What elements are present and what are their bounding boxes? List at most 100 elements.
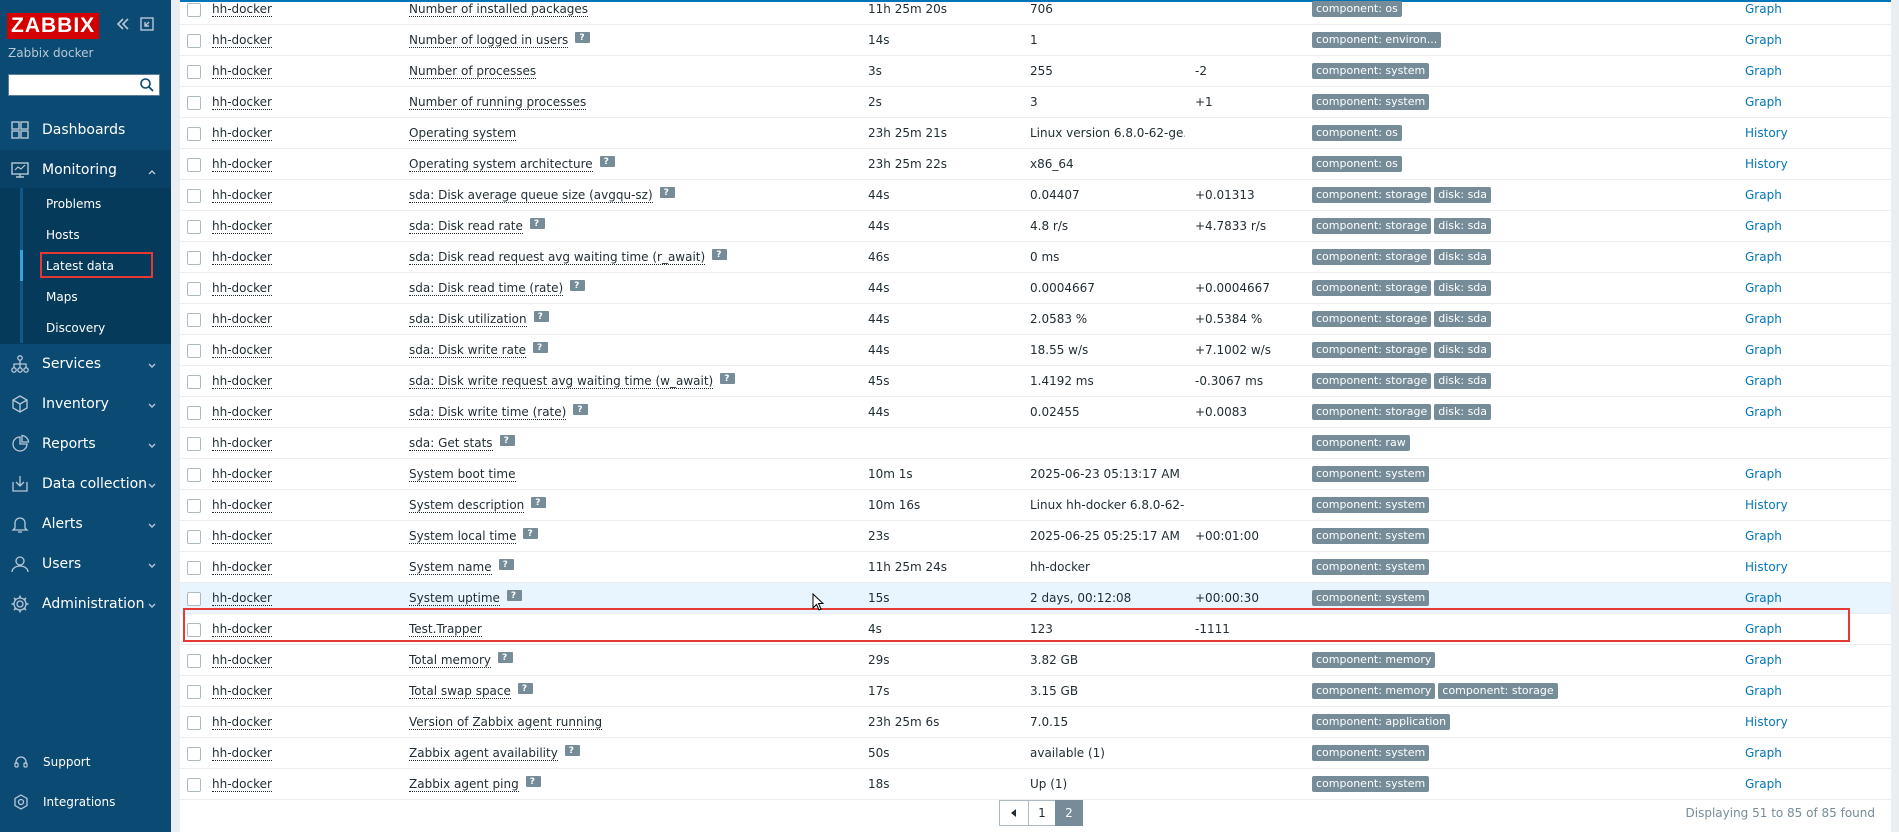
- zabbix-logo[interactable]: ZABBIX: [7, 13, 100, 39]
- row-checkbox[interactable]: [187, 65, 201, 79]
- tag-badge[interactable]: component: environ...: [1312, 31, 1442, 48]
- tag-badge[interactable]: component: storage: [1312, 279, 1432, 296]
- row-checkbox[interactable]: [187, 96, 201, 110]
- nav-administration[interactable]: Administration: [0, 584, 171, 624]
- item-name-link[interactable]: Number of running processes: [409, 95, 587, 110]
- item-name-link[interactable]: System uptime: [409, 591, 500, 606]
- item-name-link[interactable]: System local time: [409, 529, 517, 544]
- item-name-link[interactable]: Number of processes: [409, 64, 537, 79]
- tag-badge[interactable]: component: system: [1312, 62, 1430, 79]
- host-link[interactable]: hh-docker: [212, 281, 272, 296]
- host-link[interactable]: hh-docker: [212, 591, 272, 606]
- action-link[interactable]: Graph: [1745, 56, 1782, 87]
- row-checkbox[interactable]: [187, 685, 201, 699]
- help-icon[interactable]: [525, 769, 541, 798]
- action-link[interactable]: Graph: [1745, 521, 1782, 552]
- tag-badge[interactable]: disk: sda: [1434, 279, 1492, 296]
- host-link[interactable]: hh-docker: [212, 188, 272, 203]
- item-name-link[interactable]: sda: Disk read time (rate): [409, 281, 564, 296]
- host-link[interactable]: hh-docker: [212, 312, 272, 327]
- item-name-link[interactable]: Test.Trapper: [409, 622, 482, 637]
- sub-item-maps[interactable]: Maps: [20, 281, 171, 312]
- page-1-button[interactable]: 1: [1028, 800, 1056, 826]
- row-checkbox[interactable]: [187, 375, 201, 389]
- row-checkbox[interactable]: [187, 468, 201, 482]
- tag-badge[interactable]: component: os: [1312, 0, 1402, 17]
- host-link[interactable]: hh-docker: [212, 343, 272, 358]
- host-link[interactable]: hh-docker: [212, 560, 272, 575]
- host-link[interactable]: hh-docker: [212, 126, 272, 141]
- action-link[interactable]: Graph: [1745, 397, 1782, 428]
- search-input[interactable]: [8, 74, 160, 96]
- search-icon[interactable]: [139, 77, 155, 93]
- host-link[interactable]: hh-docker: [212, 529, 272, 544]
- help-icon[interactable]: [517, 676, 533, 705]
- action-link[interactable]: Graph: [1745, 366, 1782, 397]
- action-link[interactable]: Graph: [1745, 211, 1782, 242]
- tag-badge[interactable]: component: system: [1312, 527, 1430, 544]
- sub-item-problems[interactable]: Problems: [20, 188, 171, 219]
- tag-badge[interactable]: component: storage: [1312, 403, 1432, 420]
- action-link[interactable]: Graph: [1745, 769, 1782, 800]
- host-link[interactable]: hh-docker: [212, 405, 272, 420]
- help-icon[interactable]: [533, 335, 549, 364]
- tag-badge[interactable]: component: storage: [1312, 310, 1432, 327]
- nav-monitoring[interactable]: Monitoring: [0, 150, 171, 190]
- item-name-link[interactable]: System description: [409, 498, 525, 513]
- help-icon[interactable]: [533, 304, 549, 333]
- help-icon[interactable]: [531, 490, 547, 519]
- item-name-link[interactable]: sda: Disk average queue size (avgqu-sz): [409, 188, 653, 203]
- tag-badge[interactable]: component: system: [1312, 775, 1430, 792]
- tag-badge[interactable]: disk: sda: [1434, 403, 1492, 420]
- item-name-link[interactable]: Zabbix agent ping: [409, 777, 519, 792]
- action-link[interactable]: Graph: [1745, 87, 1782, 118]
- action-link[interactable]: History: [1745, 552, 1788, 583]
- tag-badge[interactable]: component: storage: [1312, 248, 1432, 265]
- tag-badge[interactable]: component: storage: [1312, 217, 1432, 234]
- item-name-link[interactable]: System boot time: [409, 467, 516, 482]
- item-name-link[interactable]: Operating system: [409, 126, 517, 141]
- host-link[interactable]: hh-docker: [212, 374, 272, 389]
- host-link[interactable]: hh-docker: [212, 157, 272, 172]
- row-checkbox[interactable]: [187, 530, 201, 544]
- help-icon[interactable]: [498, 552, 514, 581]
- action-link[interactable]: Graph: [1745, 738, 1782, 769]
- help-icon[interactable]: [659, 180, 675, 209]
- row-checkbox[interactable]: [187, 499, 201, 513]
- nav-users[interactable]: Users: [0, 544, 171, 584]
- row-checkbox[interactable]: [187, 561, 201, 575]
- item-name-link[interactable]: sda: Get stats: [409, 436, 493, 451]
- tag-badge[interactable]: component: storage: [1312, 186, 1432, 203]
- action-link[interactable]: Graph: [1745, 583, 1782, 614]
- row-checkbox[interactable]: [187, 158, 201, 172]
- hide-sidebar-icon[interactable]: [138, 15, 156, 33]
- row-checkbox[interactable]: [187, 406, 201, 420]
- sub-item-latest-data[interactable]: Latest data: [20, 250, 171, 281]
- help-icon[interactable]: [523, 521, 539, 550]
- tag-badge[interactable]: component: storage: [1312, 341, 1432, 358]
- item-name-link[interactable]: sda: Disk utilization: [409, 312, 527, 327]
- nav-support[interactable]: Support: [0, 746, 171, 778]
- row-checkbox[interactable]: [187, 654, 201, 668]
- row-checkbox[interactable]: [187, 747, 201, 761]
- row-checkbox[interactable]: [187, 623, 201, 637]
- item-name-link[interactable]: System name: [409, 560, 492, 575]
- help-icon[interactable]: [712, 242, 728, 271]
- tag-badge[interactable]: disk: sda: [1434, 310, 1492, 327]
- row-checkbox[interactable]: [187, 3, 201, 17]
- host-link[interactable]: hh-docker: [212, 219, 272, 234]
- tag-badge[interactable]: disk: sda: [1434, 372, 1492, 389]
- host-link[interactable]: hh-docker: [212, 2, 272, 17]
- tag-badge[interactable]: component: storage: [1438, 682, 1558, 699]
- host-link[interactable]: hh-docker: [212, 653, 272, 668]
- action-link[interactable]: History: [1745, 118, 1788, 149]
- help-icon[interactable]: [499, 428, 515, 457]
- page-2-button[interactable]: 2: [1055, 800, 1083, 826]
- item-name-link[interactable]: Total swap space: [409, 684, 511, 699]
- tag-badge[interactable]: component: system: [1312, 589, 1430, 606]
- action-link[interactable]: Graph: [1745, 645, 1782, 676]
- row-checkbox[interactable]: [187, 716, 201, 730]
- tag-badge[interactable]: disk: sda: [1434, 248, 1492, 265]
- row-checkbox[interactable]: [187, 437, 201, 451]
- help-icon[interactable]: [570, 273, 586, 302]
